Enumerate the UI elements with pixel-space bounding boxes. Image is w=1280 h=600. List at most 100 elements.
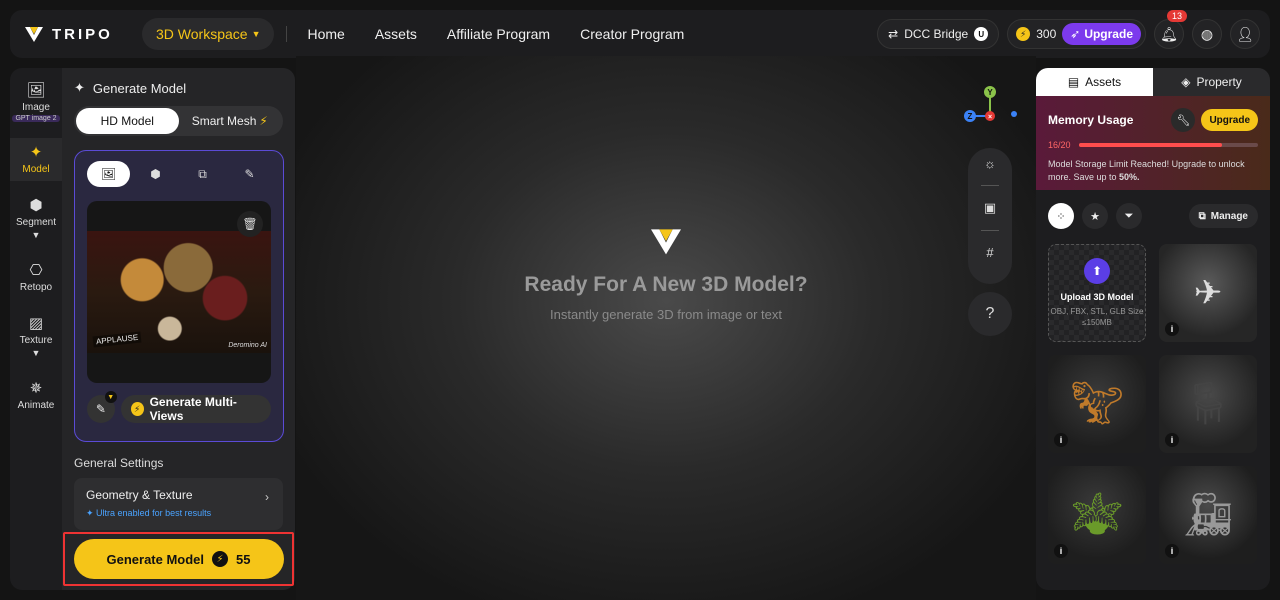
upload-3d-model-tile[interactable]: ⬆ Upload 3D Model OBJ, FBX, STL, GLB Siz… — [1048, 244, 1146, 342]
memory-title: Memory Usage — [1048, 113, 1134, 127]
dcc-bridge-label: DCC Bridge — [904, 27, 969, 41]
generate-cost: 55 — [236, 551, 251, 567]
generate-multi-views-button[interactable]: ⚡ Generate Multi-Views — [120, 395, 271, 423]
wrench-button[interactable]: 🔧︎ — [1171, 108, 1196, 132]
lighting-icon[interactable]: ☼ — [984, 156, 996, 171]
axis-y-label: Y — [987, 88, 993, 97]
swap-arrows-icon: ⇄ — [888, 27, 899, 41]
logo[interactable]: TRIPO — [24, 25, 134, 43]
profile-button[interactable]: 👤︎ — [1230, 19, 1260, 49]
cube-icon: ⬢ — [150, 167, 161, 181]
workspace-dropdown[interactable]: 3D Workspace ▼ — [142, 18, 275, 50]
credits-pill[interactable]: ⚡ 300 ➶ Upgrade — [1007, 19, 1146, 49]
manage-icon: ⧉ — [1198, 210, 1206, 222]
nav-home[interactable]: Home — [307, 26, 344, 42]
info-icon[interactable]: i — [1054, 433, 1068, 447]
notifications-button[interactable]: 🔔︎ 13 — [1154, 10, 1187, 49]
unreal-engine-icon: U — [974, 27, 989, 41]
filter-all-button[interactable]: ⁘ — [1048, 203, 1074, 229]
pencil-icon: ✎ — [244, 167, 255, 181]
chevron-right-icon: › — [265, 490, 269, 504]
generate-panel: ✦ Generate Model HD Model Smart Mesh ⚡︎ … — [62, 68, 295, 590]
grid-icon[interactable]: # — [986, 245, 993, 260]
empty-state: Ready For A New 3D Model? Instantly gene… — [296, 226, 1036, 322]
rail-item-model[interactable]: ✦ Model — [10, 138, 62, 181]
trash-icon: 🗑︎ — [242, 217, 258, 231]
camera-icon[interactable]: ▣ — [984, 200, 996, 216]
memory-header: Memory Usage 🔧︎ Upgrade — [1048, 108, 1258, 132]
memory-bar-row: 16/20 — [1048, 140, 1258, 150]
tab-single-image[interactable]: 🖼︎ — [87, 161, 130, 187]
memory-usage-card: Memory Usage 🔧︎ Upgrade 16/20 Model Stor… — [1036, 96, 1270, 190]
memory-progress-fill — [1078, 143, 1223, 147]
tab-property[interactable]: ◈ Property — [1153, 68, 1270, 96]
bolt-icon: ⚡ — [212, 551, 229, 567]
dcc-bridge-button[interactable]: ⇄ DCC Bridge U — [877, 19, 1000, 49]
asset-tile[interactable]: 🚂︎ i — [1159, 466, 1257, 564]
rail-item-image[interactable]: 🖼︎ Image GPT image 2 — [10, 76, 62, 128]
asset-grid: ⬆ Upload 3D Model OBJ, FBX, STL, GLB Siz… — [1036, 232, 1270, 564]
credit-coin-icon: ⚡ — [130, 402, 144, 416]
caret-down-icon: ▼ — [251, 29, 261, 39]
workspace-label: 3D Workspace — [156, 26, 248, 42]
asset-tile[interactable]: ✈︎ i — [1159, 244, 1257, 342]
filter-button[interactable]: ⏷ — [1116, 203, 1142, 229]
rail-item-label: Retopo — [19, 282, 53, 293]
filter-favorites-button[interactable]: ★ — [1082, 203, 1108, 229]
rail-item-label: Animate — [17, 400, 55, 411]
bolt-icon: ⚡︎ — [259, 114, 268, 128]
help-button[interactable]: ? — [968, 292, 1012, 336]
asset-tile[interactable]: 🪑︎ i — [1159, 355, 1257, 453]
nav-assets[interactable]: Assets — [375, 26, 417, 42]
upgrade-button[interactable]: ➶ Upgrade — [1062, 23, 1141, 45]
nav-affiliate-program[interactable]: Affiliate Program — [447, 26, 550, 42]
edit-image-button[interactable]: ✎ ▼ — [87, 391, 117, 423]
grid-dots-icon: ⁘ — [1056, 210, 1066, 223]
bell-icon: 🔔︎ — [1160, 25, 1178, 42]
generate-model-button[interactable]: Generate Model ⚡ 55 — [73, 539, 284, 579]
top-bar-container: TRIPO 3D Workspace ▼ Home Assets Affilia… — [10, 10, 1270, 58]
tab-3d[interactable]: ⬢ — [134, 161, 177, 187]
info-icon[interactable]: i — [1165, 322, 1179, 336]
asset-tile[interactable]: 🪴︎ i — [1048, 466, 1146, 564]
rail-item-animate[interactable]: ✵ Animate — [10, 374, 62, 417]
smart-mesh-option[interactable]: Smart Mesh ⚡︎ — [179, 108, 282, 134]
viewport-tools: ☼ ▣ # — [968, 148, 1012, 284]
info-icon[interactable]: i — [1054, 544, 1068, 558]
geometry-texture-label: Geometry & Texture — [86, 488, 193, 502]
upload-title: Upload 3D Model — [1060, 292, 1134, 302]
upgrade-label: Upgrade — [1084, 27, 1133, 41]
3d-viewport[interactable]: Ready For A New 3D Model? Instantly gene… — [296, 56, 1036, 600]
hd-model-option[interactable]: HD Model — [76, 108, 179, 134]
rail-item-label: Image — [22, 102, 50, 113]
rail-item-texture[interactable]: ▨ Texture ▼ — [10, 309, 62, 364]
caret-down-icon[interactable]: ▼ — [32, 348, 41, 358]
rail-item-label: Segment — [15, 217, 57, 228]
axis-gizmo[interactable]: Y Z × — [960, 70, 1020, 130]
rail-item-segment[interactable]: ⬢ Segment ▼ — [10, 191, 62, 246]
tab-multi-image[interactable]: ⧉ — [181, 161, 224, 187]
globe-icon: ◍ — [1200, 25, 1214, 42]
potted-plant-thumbnail: 🪴︎ — [1070, 490, 1124, 538]
info-icon[interactable]: i — [1165, 433, 1179, 447]
geometry-texture-setting[interactable]: Geometry & Texture ✦ Ultra enabled for b… — [74, 478, 283, 530]
language-button[interactable]: ◍ — [1192, 19, 1222, 49]
tab-text[interactable]: ✎ — [228, 161, 271, 187]
delete-image-button[interactable]: 🗑︎ — [237, 211, 263, 237]
tab-assets[interactable]: ▤ Assets — [1036, 68, 1153, 96]
image-watermark: Deromino AI — [228, 342, 267, 349]
sparkle-icon: ✦ — [74, 80, 85, 95]
nav-creator-program[interactable]: Creator Program — [580, 26, 684, 42]
chair-thumbnail: 🪑︎ — [1181, 379, 1235, 427]
manage-button[interactable]: ⧉ Manage — [1188, 204, 1258, 228]
tool-divider — [981, 185, 999, 186]
memory-upgrade-button[interactable]: Upgrade — [1201, 109, 1258, 131]
images-icon: ⧉ — [198, 166, 207, 181]
asset-tile[interactable]: 🦖︎ i — [1048, 355, 1146, 453]
caret-down-icon[interactable]: ▼ — [32, 230, 41, 240]
rail-item-retopo[interactable]: ⎔ Retopo — [10, 256, 62, 299]
figure-icon: ✵ — [29, 380, 43, 397]
info-icon[interactable]: i — [1165, 544, 1179, 558]
uploaded-image: APPLAUSE Deromino AI — [87, 231, 271, 353]
asset-filters: ⁘ ★ ⏷ ⧉ Manage — [1036, 190, 1270, 232]
